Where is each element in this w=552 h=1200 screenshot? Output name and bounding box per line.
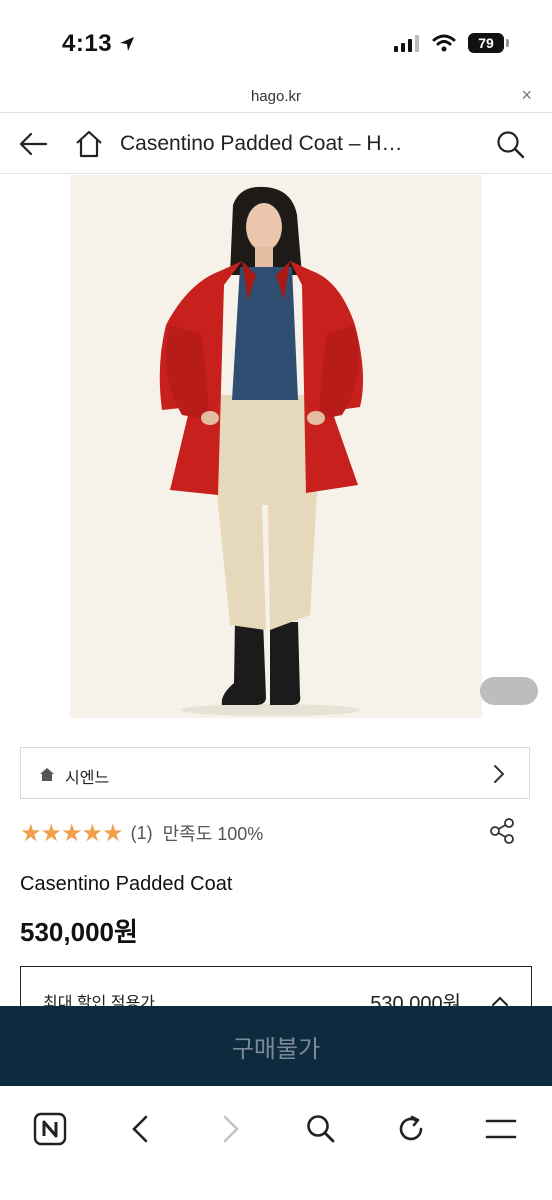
refresh-icon[interactable] <box>388 1106 434 1152</box>
rating-row: ★★★★★ (1) 만족도 100% <box>20 819 264 847</box>
battery-icon: 79 <box>468 33 509 53</box>
url-bar[interactable]: hago.kr × <box>0 80 552 113</box>
status-indicators: 79 <box>394 33 509 53</box>
signal-icon <box>394 35 419 52</box>
close-icon[interactable]: × <box>521 85 532 106</box>
purchase-button[interactable]: 구매불가 <box>0 1006 552 1086</box>
browser-back-icon[interactable] <box>117 1106 163 1152</box>
back-arrow-icon[interactable] <box>18 131 48 157</box>
menu-icon[interactable] <box>478 1106 524 1152</box>
battery-level: 79 <box>478 35 494 51</box>
status-time: 4:13 <box>62 30 136 58</box>
image-pager-indicator <box>480 677 538 705</box>
search-icon[interactable] <box>496 130 526 160</box>
location-arrow-icon <box>120 37 135 51</box>
naver-icon[interactable] <box>27 1106 73 1152</box>
brand-name[interactable]: 시엔느 <box>65 764 109 788</box>
status-time-text: 4:13 <box>62 30 113 57</box>
product-name: Casentino Padded Coat <box>20 873 233 895</box>
wifi-icon <box>432 34 456 52</box>
brand-row[interactable]: 시엔느 <box>20 747 530 799</box>
model-photo <box>70 175 482 718</box>
app-header: Casentino Padded Coat – H… <box>0 113 552 174</box>
browser-toolbar <box>0 1088 552 1200</box>
chevron-right-icon <box>494 765 505 783</box>
product-price: 530,000원 <box>20 917 138 947</box>
review-count[interactable]: (1) <box>131 823 153 844</box>
share-icon[interactable] <box>488 817 516 845</box>
home-icon[interactable] <box>74 130 104 158</box>
browser-forward-icon[interactable] <box>208 1106 254 1152</box>
page-title: Casentino Padded Coat – H… <box>120 132 403 155</box>
url-text[interactable]: hago.kr <box>0 88 552 105</box>
satisfaction-text: 만족도 100% <box>162 824 264 844</box>
browser-search-icon[interactable] <box>298 1106 344 1152</box>
product-image[interactable] <box>70 175 482 718</box>
star-rating: ★★★★★ <box>20 819 124 847</box>
small-home-icon <box>40 768 54 781</box>
purchase-label: 구매불가 <box>231 1035 321 1063</box>
